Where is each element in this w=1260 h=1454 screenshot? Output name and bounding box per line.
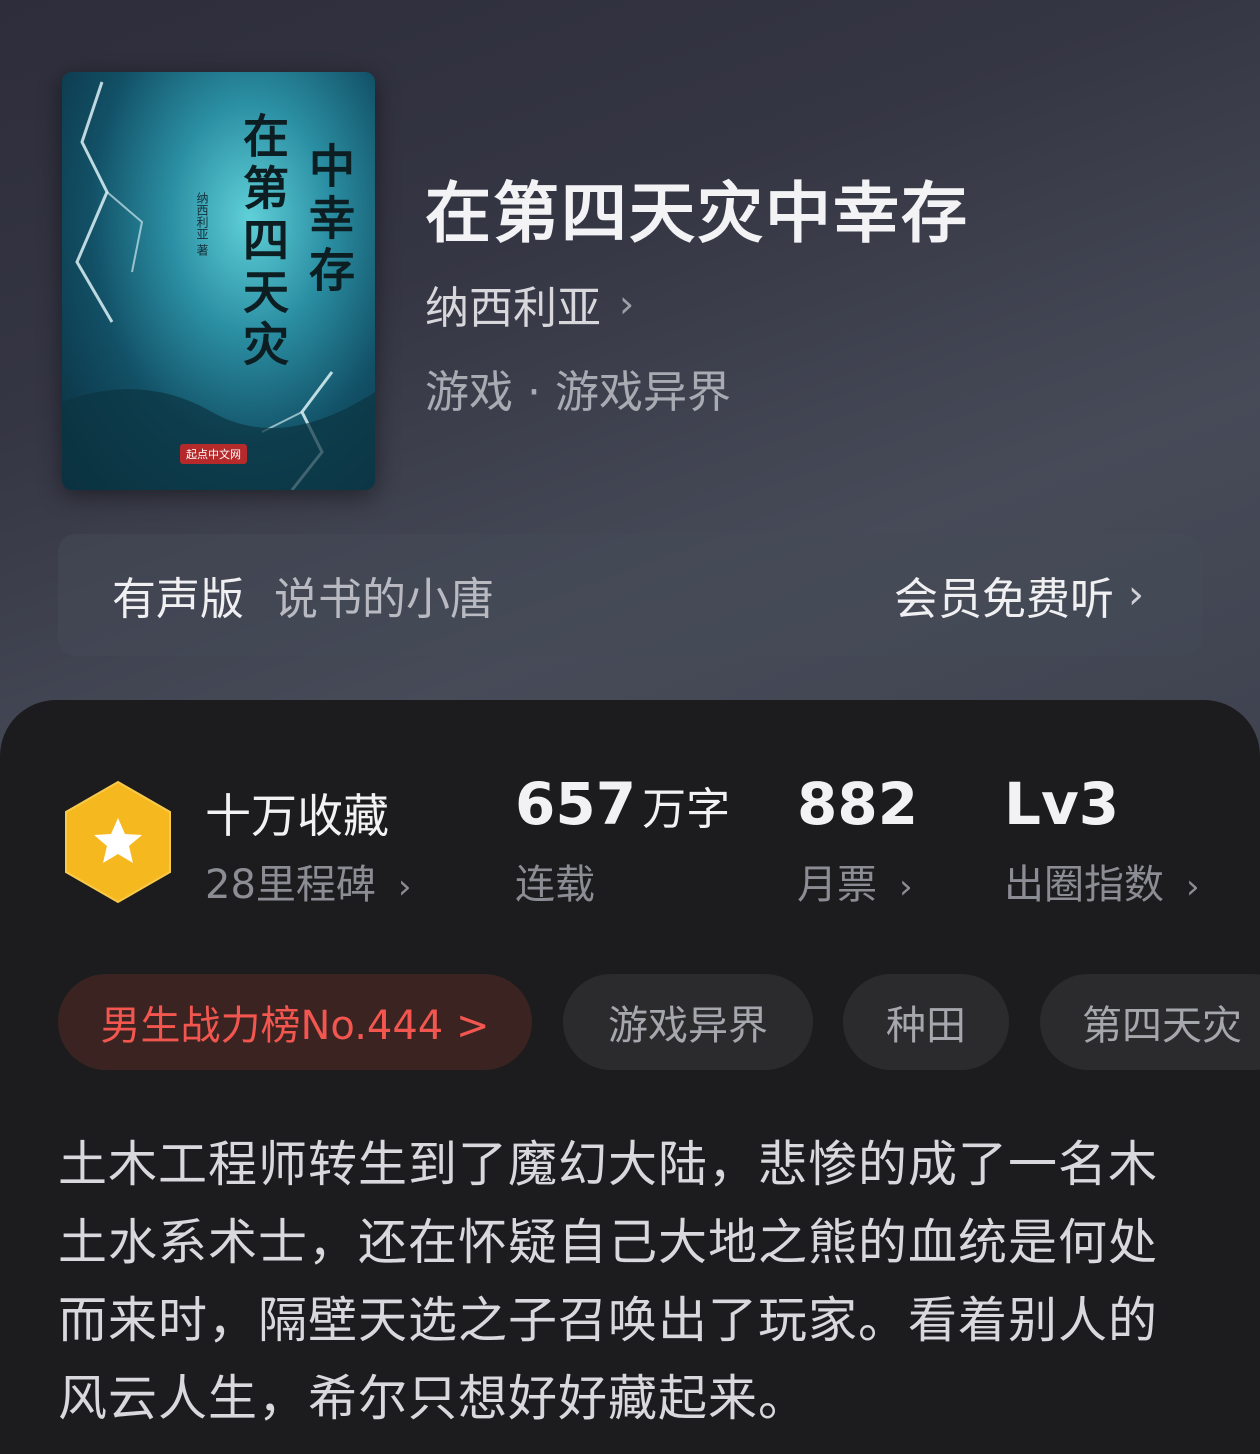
genre-label[interactable]: 游戏 · 游戏异界 (425, 356, 731, 420)
narrator-name: 说书的小唐 (274, 574, 494, 625)
word-count: 657 万字 (515, 770, 730, 838)
publisher-logo: 起点中文网 (180, 444, 247, 464)
book-description[interactable]: 土木工程师转生到了魔幻大陆，悲惨的成了一名木土水系术士，还在怀疑自己大地之熊的血… (58, 1126, 1188, 1438)
breakout-index-label: 出圈指数 (1004, 862, 1164, 908)
serial-status: 连载 (515, 862, 595, 908)
cover-title-part1: 在第四天灾 (236, 112, 290, 372)
word-count-unit: 万字 (642, 784, 731, 835)
chevron-right-icon: › (619, 282, 635, 326)
breakout-index-link[interactable]: 出圈指数 › (1004, 852, 1200, 910)
chevron-right-icon: › (1128, 572, 1144, 618)
cover-author: 纳西利亚 著 (195, 192, 209, 256)
chevron-right-icon: › (1186, 867, 1200, 907)
tag-fourth-calamity[interactable]: 第四天灾 (1040, 974, 1260, 1070)
milestones-link[interactable]: 28里程碑 › (205, 852, 412, 910)
monthly-votes-value: 882 (797, 770, 919, 838)
author-name: 纳西利亚 (425, 283, 601, 334)
cover-title-part2: 中幸存 (302, 142, 356, 298)
audio-label: 有声版 (112, 574, 244, 625)
author-link[interactable]: 纳西利亚 › (425, 272, 634, 336)
chevron-right-icon: › (899, 867, 913, 907)
tag-game-world[interactable]: 游戏异界 (563, 974, 813, 1070)
star-hexagon-icon (65, 780, 171, 904)
tag-farming[interactable]: 种田 (843, 974, 1009, 1070)
book-cover[interactable]: 在第四天灾 中幸存 纳西利亚 著 起点中文网 (62, 72, 375, 490)
breakout-index-value: Lv3 (1004, 770, 1120, 838)
collections-count[interactable]: 十万收藏 (205, 780, 389, 846)
book-title: 在第四天灾中幸存 (425, 174, 969, 252)
monthly-votes-link[interactable]: 月票 › (797, 852, 913, 910)
audio-version-bar[interactable]: 有声版 说书的小唐 会员免费听 › (58, 534, 1202, 656)
rank-tag[interactable]: 男生战力榜No.444 > (58, 974, 532, 1070)
member-free-listen: 会员免费听 (894, 574, 1114, 625)
milestones-label: 28里程碑 (205, 862, 376, 908)
monthly-votes-label: 月票 (797, 862, 877, 908)
chevron-right-icon: › (397, 867, 412, 907)
word-count-value: 657 (515, 770, 637, 838)
